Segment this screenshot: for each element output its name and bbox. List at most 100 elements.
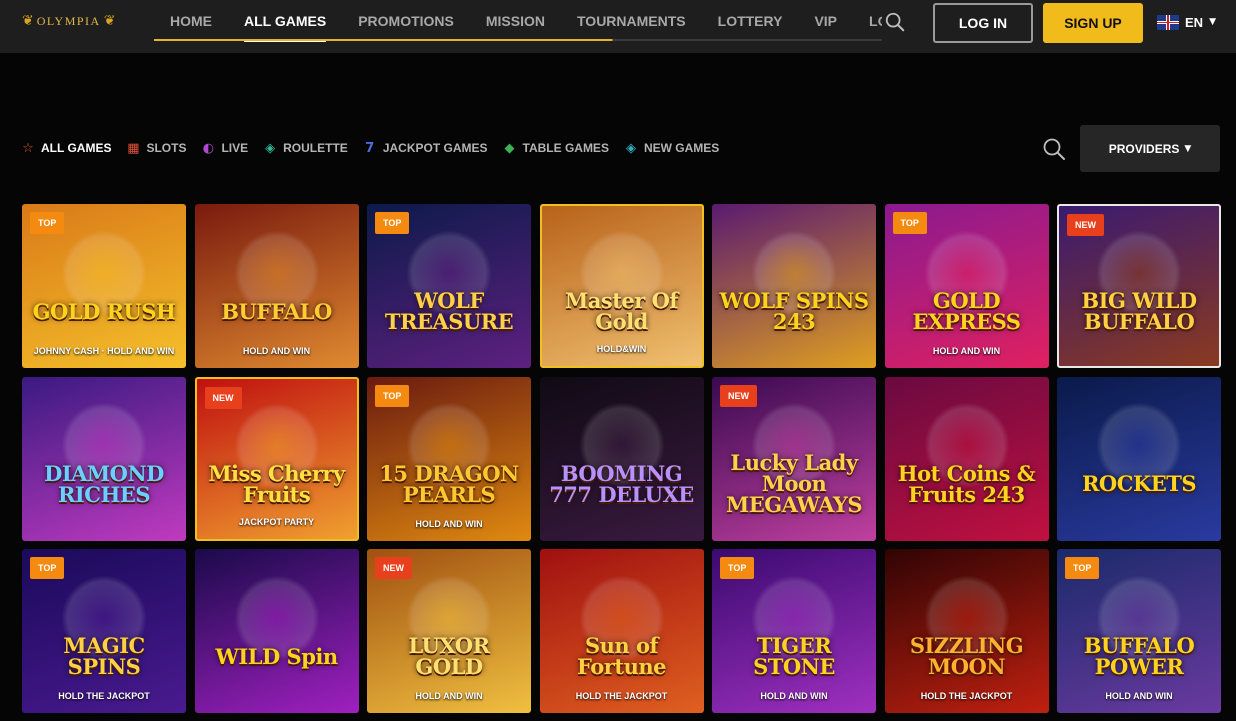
category-label: LIVE <box>221 141 249 155</box>
game-tile[interactable]: NEW Lucky Lady Moon MEGAWAYS <box>712 376 876 541</box>
providers-dropdown[interactable]: PROVIDERS ▼ <box>1080 125 1220 172</box>
chevron-down-icon: ▼ <box>1209 17 1216 27</box>
game-tile[interactable]: TOP TIGER STONE HOLD AND WIN <box>712 549 876 713</box>
game-title: ROCKETS <box>1081 471 1197 496</box>
search-icon[interactable] <box>884 11 906 33</box>
game-title: WOLF SPINS 243 <box>719 288 869 334</box>
game-tile[interactable]: TOP WOLF TREASURE <box>367 204 531 368</box>
top-badge: TOP <box>30 212 65 234</box>
game-subtitle: HOLD&WIN <box>596 344 647 354</box>
game-search-icon[interactable] <box>1042 137 1066 161</box>
game-title: Sun of Fortune <box>577 633 666 679</box>
nav-item-mission[interactable]: MISSION <box>470 0 561 42</box>
top-header: ❦ OLYMPIA ❦ HOME ALL GAMES PROMOTIONS MISSI… <box>0 0 1236 53</box>
slot-machine-icon: ▦ <box>127 140 140 156</box>
game-tile[interactable]: SIZZLING MOON HOLD THE JACKPOT <box>884 549 1049 713</box>
language-selector[interactable]: EN ▼ <box>1157 13 1216 31</box>
game-tile[interactable]: Hot Coins & Fruits 243 <box>884 376 1049 541</box>
game-title: Hot Coins & Fruits 243 <box>897 460 1036 507</box>
game-tile[interactable]: TOP MAGIC SPINS HOLD THE JACKPOT <box>22 549 186 713</box>
chevron-down-icon: ▼ <box>1184 143 1192 154</box>
logo-text: OLYMPIA <box>36 13 101 28</box>
game-title: Master Of Gold <box>565 288 678 334</box>
game-tile[interactable]: BUFFALO HOLD AND WIN <box>194 204 359 368</box>
game-tile[interactable]: DIAMOND RICHES <box>22 376 186 541</box>
category-tab-live[interactable]: ◐ LIVE <box>200 141 248 156</box>
roulette-icon: ◈ <box>265 140 276 156</box>
game-tile[interactable]: Sun of Fortune HOLD THE JACKPOT <box>539 549 704 713</box>
game-title: BUFFALO <box>221 298 332 324</box>
game-title: GOLD EXPRESS <box>912 288 1021 334</box>
nav-item-all-games[interactable]: ALL GAMES <box>228 0 342 42</box>
category-label: ALL GAMES <box>41 141 112 155</box>
game-title: BIG WILD BUFFALO <box>1081 288 1197 334</box>
game-subtitle: HOLD AND WIN <box>242 346 311 356</box>
category-tab-roulette[interactable]: ◈ ROULETTE <box>262 141 348 156</box>
game-subtitle: HOLD THE JACKPOT <box>920 691 1013 701</box>
game-tile[interactable]: WOLF SPINS 243 <box>712 204 876 368</box>
top-badge: TOP <box>720 557 755 579</box>
game-tile[interactable]: TOP GOLD RUSH JOHNNY CASH · HOLD AND WIN <box>22 204 186 368</box>
game-tile[interactable]: TOP 15 DRAGON PEARLS HOLD AND WIN <box>367 376 531 541</box>
new-games-icon: ◈ <box>625 140 636 156</box>
sign-up-button[interactable]: SIGN UP <box>1043 3 1143 43</box>
category-tab-all-games[interactable]: ☆ ALL GAMES <box>20 141 111 156</box>
category-label: SLOTS <box>146 141 187 155</box>
nav-item-promotions[interactable]: PROMOTIONS <box>342 0 470 42</box>
new-badge: NEW <box>1067 214 1104 236</box>
category-label: JACKPOT GAMES <box>382 141 488 155</box>
uk-flag-icon <box>1157 14 1179 30</box>
nav-underline <box>154 39 882 41</box>
game-tile[interactable]: NEW BIG WILD BUFFALO <box>1057 204 1221 368</box>
nav-item-home[interactable]: HOME <box>154 0 228 42</box>
new-badge: NEW <box>720 384 757 407</box>
game-subtitle: JACKPOT PARTY <box>238 516 315 527</box>
nav-item-loya[interactable]: LOYA <box>853 0 882 42</box>
game-tile[interactable]: ROCKETS <box>1057 376 1221 541</box>
game-title: BUFFALO POWER <box>1083 633 1195 679</box>
jackpot-7-icon: 7 <box>365 140 375 156</box>
game-title: WOLF TREASURE <box>384 288 514 334</box>
nav-item-lottery[interactable]: LOTTERY <box>702 0 799 42</box>
game-title: WILD Spin <box>215 643 338 669</box>
live-dealer-icon: ◐ <box>202 140 215 156</box>
game-subtitle: HOLD THE JACKPOT <box>58 691 150 701</box>
category-tab-jackpot-games[interactable]: 7 JACKPOT GAMES <box>362 140 488 156</box>
category-label: ROULETTE <box>283 141 348 155</box>
log-in-button[interactable]: LOG IN <box>933 3 1033 43</box>
game-subtitle: JOHNNY CASH · HOLD AND WIN <box>33 346 175 356</box>
game-tile[interactable]: WILD Spin <box>194 549 359 713</box>
category-tab-new-games[interactable]: ◈ NEW GAMES <box>623 141 719 156</box>
game-tile[interactable]: NEW LUXOR GOLD HOLD AND WIN <box>367 549 531 713</box>
nav-item-vip[interactable]: VIP <box>798 0 853 42</box>
main-nav: HOME ALL GAMES PROMOTIONS MISSION TOURNAMENT… <box>154 0 882 42</box>
category-tab-slots[interactable]: ▦ SLOTS <box>125 141 186 156</box>
new-badge: NEW <box>375 557 412 579</box>
laurel-right-icon: ❦ <box>103 13 116 29</box>
laurel-left-icon: ❦ <box>22 13 34 29</box>
game-tile[interactable]: NEW Miss Cherry Fruits JACKPOT PARTY <box>194 376 359 541</box>
providers-label: PROVIDERS <box>1108 141 1180 156</box>
category-label: TABLE GAMES <box>522 141 609 155</box>
game-subtitle: HOLD AND WIN <box>760 691 828 701</box>
game-title: LUXOR GOLD <box>408 633 490 679</box>
category-label: NEW GAMES <box>643 141 720 155</box>
game-title: Lucky Lady Moon MEGAWAYS <box>725 450 863 517</box>
game-title: Miss Cherry Fruits <box>208 460 345 507</box>
nav-item-tournaments[interactable]: TOURNAMENTS <box>561 0 702 42</box>
category-tab-table-games[interactable]: ◆ TABLE GAMES <box>502 141 609 156</box>
olympia-logo[interactable]: ❦ OLYMPIA ❦ <box>22 10 115 32</box>
games-grid: TOP GOLD RUSH JOHNNY CASH · HOLD AND WIN BU… <box>22 204 1221 713</box>
top-badge: TOP <box>375 212 410 234</box>
cards-icon: ◆ <box>504 140 515 156</box>
game-subtitle: HOLD AND WIN <box>1105 691 1173 701</box>
top-badge: TOP <box>892 212 927 234</box>
category-tabs: ☆ ALL GAMES ▦ SLOTS ◐ LIVE ◈ ROULETTE 7 JACKPOT G… <box>20 137 719 159</box>
game-subtitle: HOLD AND WIN <box>932 346 1001 356</box>
game-tile[interactable]: Master Of Gold HOLD&WIN <box>539 204 704 368</box>
game-title: 15 DRAGON PEARLS <box>379 460 519 507</box>
game-tile[interactable]: TOP GOLD EXPRESS HOLD AND WIN <box>884 204 1049 368</box>
game-tile[interactable]: TOP BUFFALO POWER HOLD AND WIN <box>1057 549 1221 713</box>
game-title: TIGER STONE <box>753 633 835 679</box>
game-tile[interactable]: BOOMING 777 DELUXE <box>539 376 704 541</box>
